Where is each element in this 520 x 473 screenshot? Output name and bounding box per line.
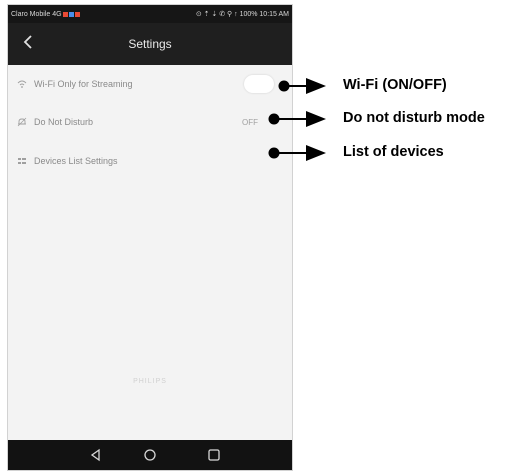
annotation-wifi: Wi-Fi (ON/OFF) bbox=[343, 77, 447, 93]
annotation-arrow-wifi bbox=[278, 78, 326, 94]
annotation-arrow-do-not-disturb bbox=[268, 111, 326, 127]
annotation-do-not-disturb: Do not disturb mode bbox=[343, 110, 485, 126]
annotation-arrow-devices-list bbox=[268, 145, 326, 161]
annotation-devices-list: List of devices bbox=[343, 144, 444, 160]
annotation-layer bbox=[268, 78, 326, 161]
